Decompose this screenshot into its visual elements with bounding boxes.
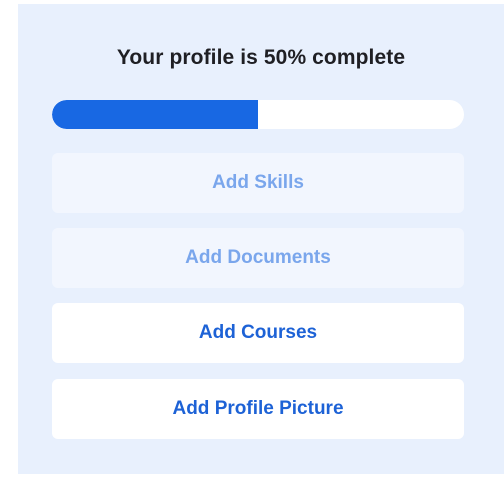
add-skills-button[interactable]: Add Skills (52, 153, 464, 213)
profile-completion-card: Your profile is 50% complete Add Skills … (18, 4, 504, 474)
add-documents-button[interactable]: Add Documents (52, 228, 464, 288)
profile-progress-fill (52, 100, 258, 129)
add-profile-picture-button[interactable]: Add Profile Picture (52, 379, 464, 439)
add-courses-button[interactable]: Add Courses (52, 303, 464, 363)
profile-completion-title: Your profile is 50% complete (116, 46, 406, 69)
profile-progress-bar (52, 100, 464, 129)
